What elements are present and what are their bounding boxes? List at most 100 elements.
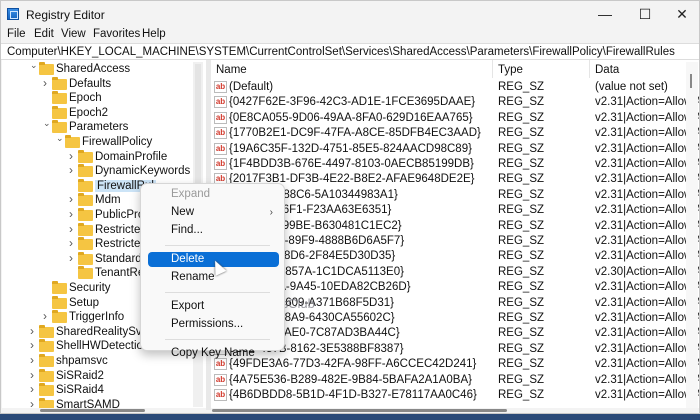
menu-item-copy-key-name[interactable]: Copy Key Name [148,346,279,361]
value-type: REG_SZ [498,296,545,309]
value-type: REG_SZ [498,250,545,263]
table-row[interactable]: ab {4A75E536-B289-482E-9B84-5BAFA2A1A0BA}… [211,373,699,388]
chevron-right-icon[interactable]: › [30,324,38,338]
value-name: {19A6C35F-132D-4751-85E5-824AACD98C89} [229,142,472,155]
value-data: v2.31|Action=Allow|A [595,111,699,124]
column-name[interactable]: Name [216,64,247,76]
column-data[interactable]: Data [595,64,619,76]
menu-item-expand: Expand [148,187,279,202]
value-type: REG_SZ [498,111,545,124]
value-type: REG_SZ [498,281,545,294]
chevron-down-icon[interactable]: ⌄ [43,118,51,129]
table-row[interactable]: ab {49FDE3A6-77D3-42FA-98FF-A6CCEC42D241}… [211,357,699,372]
table-row[interactable]: ab {1F4BDD3B-676E-4497-8103-0AECB85199DB}… [211,157,699,172]
folder-icon [78,164,93,178]
value-type: REG_SZ [498,96,545,109]
menu-item-label: Permissions... [171,318,244,330]
menu-item-permissions[interactable]: Permissions... [148,317,279,332]
minimize-button[interactable]: — [585,4,625,24]
chevron-right-icon[interactable]: › [30,368,38,382]
value-data: v2.31|Action=Allow|A [595,219,699,232]
tree-horizontal-scrollbar[interactable] [40,409,145,412]
folder-icon [78,266,93,280]
value-name: {1770B2E1-DC9F-47FA-A8CE-85DFB4EC3AAD} [229,127,481,140]
menu-item-export[interactable]: Export [148,299,279,314]
folder-icon [78,208,93,221]
table-row[interactable]: ab (Default) REG_SZ (value not set) [211,80,686,95]
folder-icon [39,397,54,408]
chevron-right-icon[interactable]: › [69,163,77,177]
chevron-right-icon[interactable]: › [30,397,38,408]
menu-favorites[interactable]: Favorites [93,28,140,40]
tree-node-label: SiSRaid2 [56,369,104,382]
chevron-right-icon[interactable]: › [69,207,77,221]
chevron-right-icon[interactable]: › [69,149,77,163]
tree-node-label: Setup [69,296,100,309]
maximize-button[interactable]: ☐ [625,4,665,24]
list-vertical-scrollbar[interactable] [686,62,698,408]
menu-separator [165,245,270,246]
value-data: v2.31|Action=Allow|A [595,389,699,401]
menu-edit[interactable]: Edit [34,28,54,40]
value-type: REG_SZ [498,173,545,186]
chevron-right-icon[interactable]: › [30,382,38,396]
chevron-right-icon[interactable]: › [30,338,38,352]
menu-help[interactable]: Help [142,28,166,40]
column-divider[interactable] [492,60,493,78]
list-header: Name Type Data [211,60,699,78]
chevron-right-icon[interactable]: › [43,76,51,90]
table-row[interactable]: ab {0427F62E-3F96-42C3-AD1E-1FCE3695DAAE}… [211,95,699,110]
menu-item-label: Find... [171,224,203,236]
tree-node-label: Parameters [69,121,129,134]
table-row[interactable]: ab {0E8CA055-9D06-49AA-8FA0-629D16EAA765}… [211,111,699,126]
menu-item-label: Expand [171,188,211,200]
title-bar: Registry Editor — ☐ ✕ [1,1,699,27]
folder-icon [39,324,54,338]
column-type[interactable]: Type [498,64,523,76]
list-scroll-thumb[interactable] [690,74,692,88]
folder-icon [52,281,67,294]
menu-item-label: Rename [171,271,215,283]
folder-icon [52,295,67,309]
list-horizontal-scrollbar[interactable] [212,409,507,412]
tree-node-label: SiSRaid4 [56,384,104,397]
folder-icon [39,62,54,75]
value-data: v2.31|Action=Allow|A [595,358,699,371]
chevron-right-icon[interactable]: › [43,309,51,323]
address-bar[interactable]: Computer\HKEY_LOCAL_MACHINE\SYSTEM\Curre… [1,43,699,60]
value-type: REG_SZ [498,204,545,217]
tree-node-label: Defaults [69,77,112,90]
value-data: v2.31|Action=Allow|A [595,127,699,140]
chevron-down-icon[interactable]: ⌄ [56,133,64,144]
window-title: Registry Editor [26,8,105,22]
table-row[interactable]: ab {1770B2E1-DC9F-47FA-A8CE-85DFB4EC3AAD}… [211,126,699,141]
folder-icon [78,222,93,236]
string-value-icon: ab [214,142,227,155]
value-data: v2.31|Action=Allow|A [595,296,699,309]
menu-view[interactable]: View [61,28,86,40]
chevron-right-icon[interactable]: › [69,222,77,236]
string-value-icon: ab [214,373,227,386]
menu-file[interactable]: File [7,28,26,40]
chevron-right-icon[interactable]: › [30,353,38,367]
value-name: {1F4BDD3B-676E-4497-8103-0AECB85199DB} [229,158,474,170]
table-row[interactable]: ab {19A6C35F-132D-4751-85E5-824AACD98C89}… [211,142,699,157]
registry-editor-icon [7,8,19,20]
chevron-down-icon[interactable]: ⌄ [30,60,38,71]
close-button[interactable]: ✕ [662,4,700,24]
chevron-right-icon[interactable]: › [69,192,77,206]
chevron-right-icon[interactable]: › [69,251,77,265]
string-value-icon: ab [214,158,227,170]
folder-icon [78,193,93,207]
menu-item-find[interactable]: Find... [148,223,279,238]
table-row[interactable]: ab {4B6DBDD8-5B1D-4F1D-B327-E78117AA0C46}… [211,388,699,403]
folder-icon [52,310,67,324]
value-data: v2.31|Action=Allow|A [595,327,699,340]
folder-icon [65,135,80,148]
tree-node-label: SmartSAMD [56,398,120,408]
value-type: REG_SZ [498,265,545,278]
column-divider[interactable] [589,60,590,78]
menu-item-new[interactable]: New › [148,205,279,220]
chevron-right-icon[interactable]: › [69,236,77,250]
value-type: REG_SZ [498,81,545,93]
